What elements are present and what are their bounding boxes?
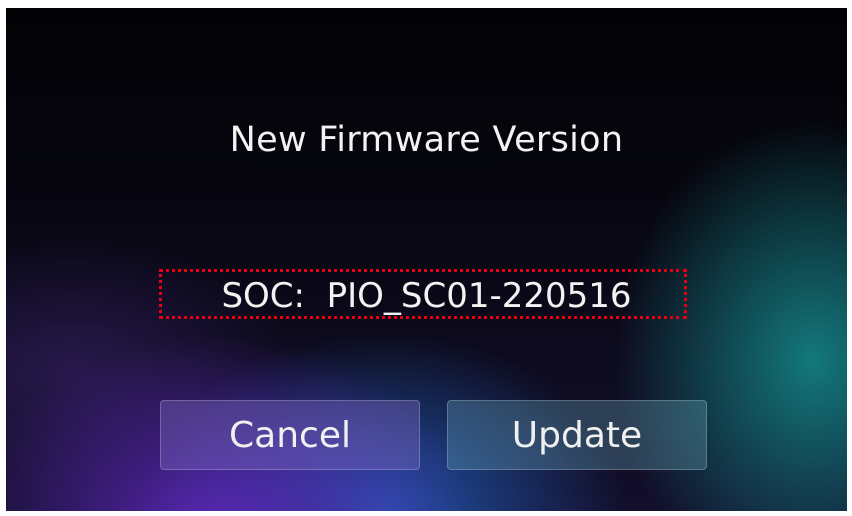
cancel-button[interactable]: Cancel	[160, 400, 420, 470]
display-frame: New Firmware Version SOC: PIO_SC01-22051…	[0, 0, 852, 516]
firmware-version-line: SOC: PIO_SC01-220516	[6, 276, 847, 316]
firmware-update-screen: New Firmware Version SOC: PIO_SC01-22051…	[6, 8, 847, 511]
version-spacer	[305, 276, 327, 316]
update-button-label: Update	[511, 414, 643, 456]
version-label: SOC:	[221, 276, 305, 316]
dialog-title: New Firmware Version	[229, 120, 624, 160]
update-button[interactable]: Update	[447, 400, 707, 470]
version-value: PIO_SC01-220516	[326, 276, 632, 316]
cancel-button-label: Cancel	[229, 414, 351, 456]
